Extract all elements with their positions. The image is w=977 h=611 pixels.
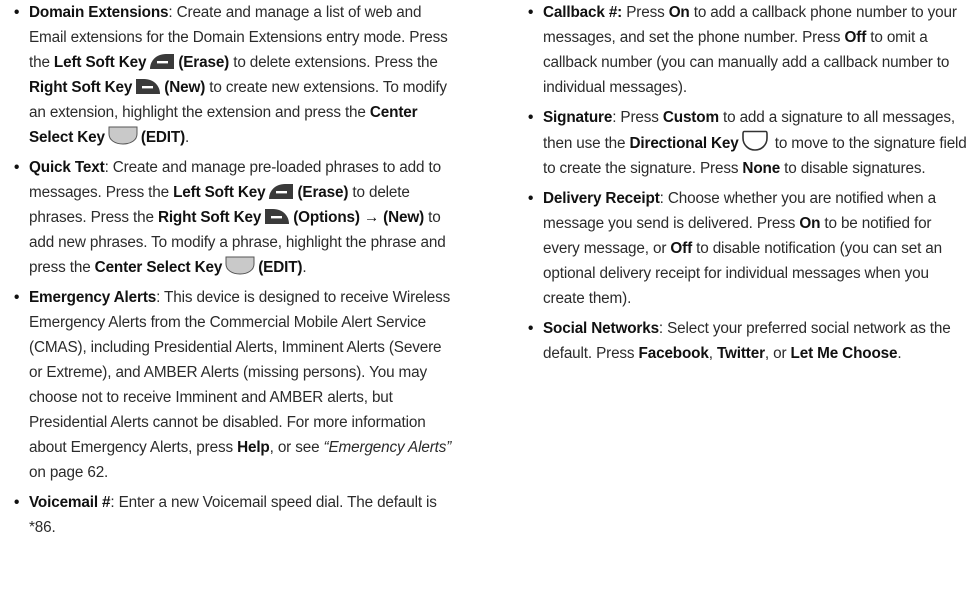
manual-page: Domain Extensions: Create and manage a l…	[0, 0, 977, 611]
term-emergency-alerts: Emergency Alerts	[29, 289, 157, 306]
list-item-social-networks: Social Networks: Select your preferred s…	[528, 316, 968, 366]
left-soft-key-icon	[268, 183, 294, 200]
list-item-quick-text: Quick Text: Create and manage pre-loaded…	[14, 155, 454, 280]
term-voicemail: Voicemail #	[29, 494, 111, 511]
term-domain-extensions: Domain Extensions	[29, 4, 169, 21]
term-social-networks: Social Networks	[543, 320, 659, 337]
settings-list-left: Domain Extensions: Create and manage a l…	[14, 0, 454, 540]
right-soft-key-icon	[264, 208, 290, 225]
term-callback: Callback #:	[543, 4, 623, 21]
right-column: Callback #: Press On to add a callback p…	[528, 0, 968, 371]
right-soft-key-icon	[135, 78, 161, 95]
settings-list-right: Callback #: Press On to add a callback p…	[528, 0, 968, 366]
center-select-key-icon	[225, 256, 255, 275]
term-signature: Signature	[543, 109, 613, 126]
center-select-key-icon	[108, 126, 138, 145]
directional-key-icon	[741, 130, 768, 151]
left-soft-key-icon	[149, 53, 175, 70]
list-item-emergency-alerts: Emergency Alerts: This device is designe…	[14, 285, 454, 485]
list-item-domain-extensions: Domain Extensions: Create and manage a l…	[14, 0, 454, 150]
left-column: Domain Extensions: Create and manage a l…	[14, 0, 454, 545]
term-quick-text: Quick Text	[29, 159, 105, 176]
list-item-delivery-receipt: Delivery Receipt: Choose whether you are…	[528, 186, 968, 311]
list-item-callback: Callback #: Press On to add a callback p…	[528, 0, 968, 100]
emergency-alerts-page-reference[interactable]: “Emergency Alerts”	[324, 439, 452, 456]
list-item-voicemail: Voicemail #: Enter a new Voicemail speed…	[14, 490, 454, 540]
term-delivery-receipt: Delivery Receipt	[543, 190, 660, 207]
list-item-signature: Signature: Press Custom to add a signatu…	[528, 105, 968, 181]
